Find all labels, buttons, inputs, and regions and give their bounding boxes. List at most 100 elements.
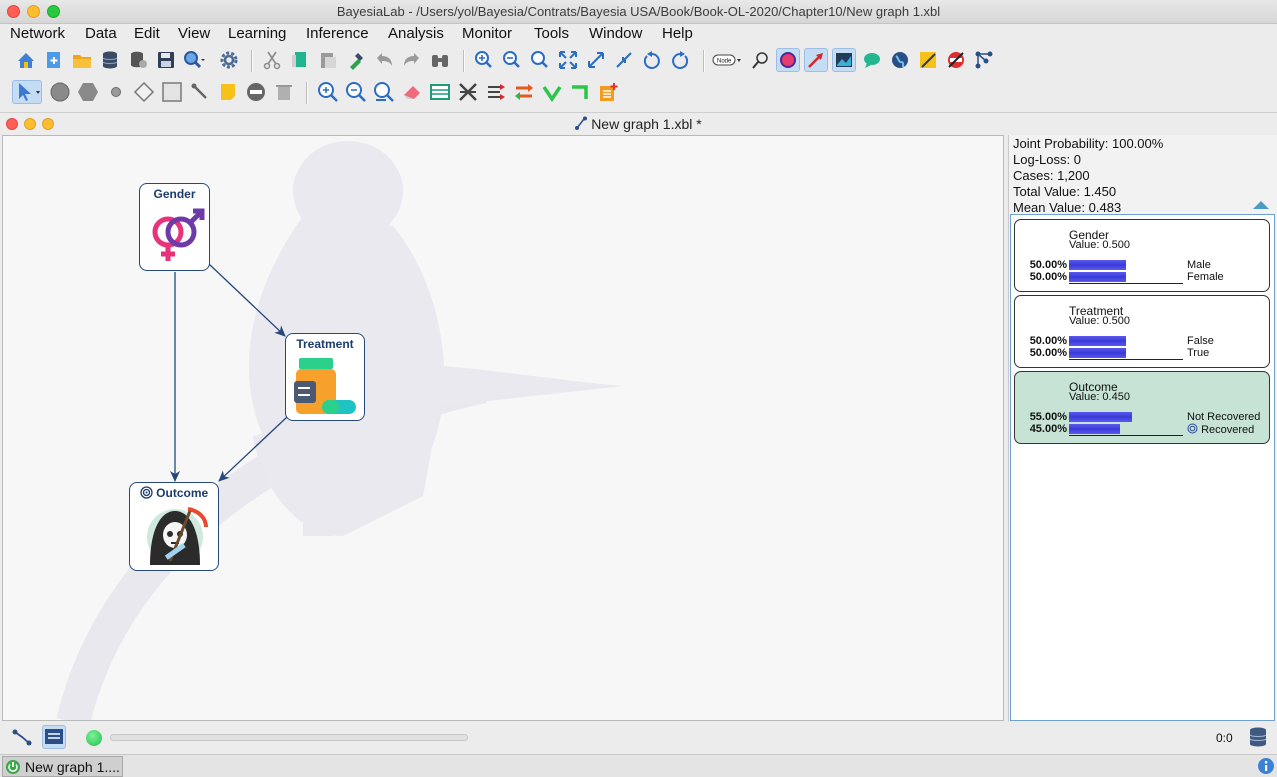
menu-monitor[interactable]: Monitor	[462, 25, 512, 42]
edit-toolbar	[0, 77, 1277, 109]
save-icon[interactable]	[154, 48, 178, 72]
node-circle-icon[interactable]	[776, 48, 800, 72]
console-view-icon[interactable]	[42, 725, 66, 749]
toolbar-separator	[703, 50, 705, 72]
eraser-icon[interactable]	[400, 80, 424, 104]
scroll-up-icon[interactable]	[1253, 201, 1269, 209]
zoom-select-icon[interactable]	[372, 80, 396, 104]
expand-icon[interactable]	[584, 48, 608, 72]
database-export-icon[interactable]	[126, 48, 150, 72]
rotate-left-icon[interactable]	[640, 48, 664, 72]
taskbar-graph-item[interactable]: New graph 1....	[2, 756, 123, 777]
copy-icon[interactable]	[288, 48, 312, 72]
monitor-value: Value: 0.500	[1069, 239, 1130, 251]
hexagon-node-icon[interactable]	[76, 80, 100, 104]
target-state-icon	[1187, 423, 1198, 434]
square-node-icon[interactable]	[160, 80, 184, 104]
arc-icon[interactable]	[804, 48, 828, 72]
comment-icon[interactable]	[860, 48, 884, 72]
node-gender-label: Gender	[153, 187, 196, 201]
redo-icon[interactable]	[400, 48, 424, 72]
zoom-out-icon[interactable]	[500, 48, 524, 72]
graph-canvas[interactable]: Gender Treatment Outcome	[2, 135, 1004, 721]
pin-icon[interactable]	[748, 48, 772, 72]
monitor-state-row[interactable]: 50.00% Male	[1015, 259, 1271, 271]
forbidden-arc-icon[interactable]	[944, 48, 968, 72]
node-treatment[interactable]: Treatment	[285, 333, 365, 421]
probability-bar	[1069, 260, 1126, 270]
binoculars-icon[interactable]	[428, 48, 452, 72]
small-node-icon[interactable]	[104, 80, 128, 104]
check-icon[interactable]	[540, 80, 564, 104]
corner-arrow-icon[interactable]	[568, 80, 592, 104]
monitor-gender[interactable]: Gender Value: 0.500 50.00% Male 50.00% F…	[1014, 219, 1270, 292]
main-toolbar: Node	[0, 45, 1277, 77]
arc-gender-treatment[interactable]	[208, 263, 286, 337]
table-icon[interactable]	[428, 80, 452, 104]
menu-tools[interactable]: Tools	[534, 25, 569, 42]
zoom-in-icon[interactable]	[472, 48, 496, 72]
settings-icon[interactable]	[217, 48, 241, 72]
cut-icon[interactable]	[260, 48, 284, 72]
coordinates-readout: 0:0	[1216, 731, 1233, 745]
menu-inference[interactable]: Inference	[306, 25, 369, 42]
minus-node-icon[interactable]	[244, 80, 268, 104]
home-icon[interactable]	[14, 48, 38, 72]
database-icon[interactable]	[98, 48, 122, 72]
menu-analysis[interactable]: Analysis	[388, 25, 444, 42]
swap-arcs-icon[interactable]	[512, 80, 536, 104]
menu-help[interactable]: Help	[662, 25, 693, 42]
gender-symbol-icon	[152, 208, 205, 261]
graph-view-icon[interactable]	[10, 725, 34, 749]
new-network-icon[interactable]	[42, 48, 66, 72]
report-icon[interactable]	[596, 80, 620, 104]
monitor-state-row[interactable]: 50.00% True	[1015, 347, 1271, 359]
arc-treatment-outcome[interactable]	[218, 416, 288, 482]
node-outcome-label-text: Outcome	[156, 486, 209, 500]
zoom-node-icon[interactable]	[316, 80, 340, 104]
menu-network[interactable]: Network	[10, 25, 65, 42]
arrows-icon[interactable]	[484, 80, 508, 104]
toolbar-separator	[251, 50, 253, 72]
node-outcome[interactable]: Outcome	[129, 482, 219, 571]
undo-icon[interactable]	[372, 48, 396, 72]
info-icon[interactable]	[1257, 757, 1275, 775]
monitor-state-row[interactable]: 55.00% Not Recovered	[1015, 411, 1271, 423]
menu-learning[interactable]: Learning	[228, 25, 286, 42]
network-icon[interactable]	[972, 48, 996, 72]
collapse-icon[interactable]	[612, 48, 636, 72]
node-display-icon[interactable]: Node	[712, 48, 742, 72]
format-painter-icon[interactable]	[344, 48, 368, 72]
note-tool-icon[interactable]	[216, 80, 240, 104]
monitor-state-row[interactable]: 50.00% Female	[1015, 271, 1271, 283]
zoom-out-node-icon[interactable]	[344, 80, 368, 104]
fit-screen-icon[interactable]	[556, 48, 580, 72]
arc-remove-icon[interactable]	[456, 80, 480, 104]
zoom-fit-icon[interactable]	[528, 48, 552, 72]
paste-icon[interactable]	[316, 48, 340, 72]
menu-window[interactable]: Window	[589, 25, 642, 42]
open-folder-icon[interactable]	[70, 48, 94, 72]
monitor-list[interactable]: Gender Value: 0.500 50.00% Male 50.00% F…	[1010, 214, 1275, 721]
node-gender[interactable]: Gender	[139, 183, 210, 271]
monitor-treatment[interactable]: Treatment Value: 0.500 50.00% False 50.0…	[1014, 295, 1270, 368]
arc-tool-icon[interactable]	[188, 80, 212, 104]
graph-window-bar: New graph 1.xbl *	[0, 112, 1277, 134]
database-status-icon[interactable]	[1246, 725, 1270, 749]
chart-icon[interactable]	[832, 48, 856, 72]
monitor-outcome[interactable]: Outcome Value: 0.450 55.00% Not Recovere…	[1014, 371, 1270, 444]
menu-data[interactable]: Data	[85, 25, 117, 42]
monitor-state-row[interactable]: 50.00% False	[1015, 335, 1271, 347]
diamond-node-icon[interactable]	[132, 80, 156, 104]
select-arrow-icon[interactable]	[12, 80, 42, 104]
globe-icon[interactable]	[888, 48, 912, 72]
state-percentage: 50.00%	[1029, 335, 1067, 347]
monitor-state-row[interactable]: 45.00% Recovered	[1015, 423, 1271, 436]
search-icon[interactable]	[182, 48, 206, 72]
menu-view[interactable]: View	[178, 25, 210, 42]
rotate-right-icon[interactable]	[668, 48, 692, 72]
note-icon[interactable]	[916, 48, 940, 72]
circle-node-icon[interactable]	[48, 80, 72, 104]
menu-edit[interactable]: Edit	[134, 25, 160, 42]
trash-icon[interactable]	[272, 80, 296, 104]
